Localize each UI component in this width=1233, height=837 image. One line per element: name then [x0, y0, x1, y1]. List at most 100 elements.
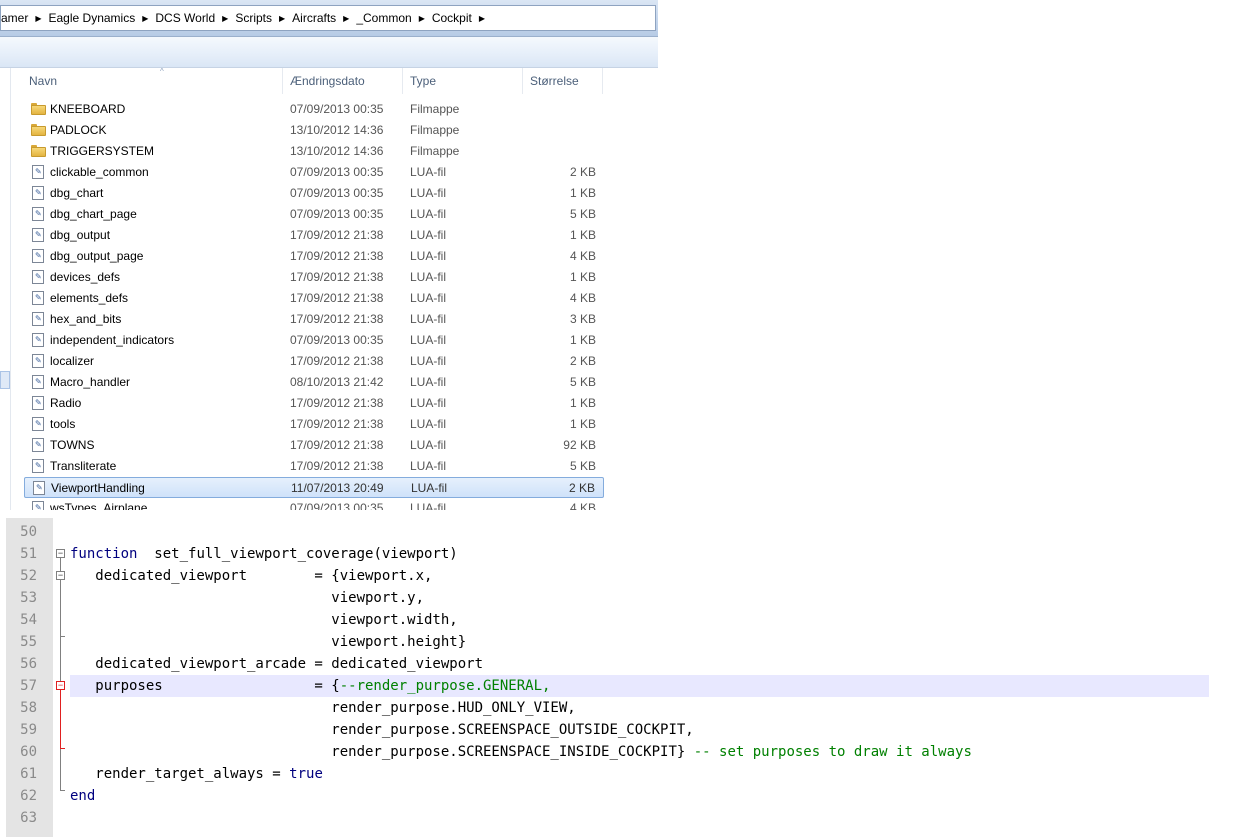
breadcrumb-item-label: _Common [356, 11, 412, 25]
file-row[interactable]: ✎ wsTypes_Airplane 07/09/2013 00:35 LUA-fil… [24, 498, 604, 510]
breadcrumb-item[interactable]: Scripts ▶ [229, 11, 286, 25]
code-line: 59 render_purpose.SCREENSPACE_OUTSIDE_CO… [0, 719, 1233, 741]
fold-collapse-icon[interactable]: − [56, 571, 65, 580]
file-row[interactable]: PADLOCK 13/10/2012 14:36 Filmappe [24, 120, 604, 141]
file-name: independent_indicators [50, 333, 175, 347]
code-text[interactable]: render_target_always = true [70, 763, 1209, 785]
code-keyword: end [70, 788, 96, 804]
file-row[interactable]: ✎ Transliterate 17/09/2012 21:38 LUA-fil 5 K… [24, 456, 604, 477]
address-bar: amer ▶ Eagle Dynamics ▶ DCS World ▶ Scripts ▶ Ai… [0, 0, 658, 37]
column-header-date-label: Ændringsdato [290, 74, 365, 88]
file-row[interactable]: ✎ dbg_chart_page 07/09/2013 00:35 LUA-fil 5 … [24, 204, 604, 225]
lua-file-icon: ✎ [31, 456, 45, 477]
file-date: 17/09/2012 21:38 [290, 312, 384, 326]
code-keyword: true [289, 766, 323, 782]
breadcrumb-chevron-icon[interactable]: ▶ [418, 14, 426, 23]
file-row[interactable]: ✎ TOWNS 17/09/2012 21:38 LUA-fil 92 KB [24, 435, 604, 456]
code-text[interactable]: render_purpose.SCREENSPACE_OUTSIDE_COCKP… [70, 719, 1209, 741]
code-text[interactable]: function set_full_viewport_coverage(view… [70, 543, 1209, 565]
code-line: 61 render_target_always = true [0, 763, 1233, 785]
column-header-name[interactable]: ^ Navn [11, 67, 283, 94]
file-date: 17/09/2012 21:38 [290, 291, 384, 305]
breadcrumb-chevron-icon[interactable]: ▶ [221, 14, 229, 23]
code-token: viewport.y, [70, 590, 425, 606]
file-name: dbg_chart_page [50, 207, 137, 221]
code-text[interactable]: dedicated_viewport = {viewport.x, [70, 565, 1209, 587]
file-size: 1 KB [569, 333, 596, 347]
breadcrumb[interactable]: amer ▶ Eagle Dynamics ▶ DCS World ▶ Scripts ▶ Ai… [0, 5, 656, 31]
navigation-pane[interactable] [0, 68, 11, 510]
fold-collapse-icon[interactable]: − [56, 681, 65, 690]
file-row[interactable]: ✎ dbg_output_page 17/09/2012 21:38 LUA-fil 4… [24, 246, 604, 267]
file-row[interactable]: KNEEBOARD 07/09/2013 00:35 Filmappe [24, 99, 604, 120]
file-row[interactable]: ✎ hex_and_bits 17/09/2012 21:38 LUA-fil 3 KB [24, 309, 604, 330]
breadcrumb-item[interactable]: amer ▶ [1, 11, 43, 25]
code-text[interactable] [70, 807, 1209, 829]
breadcrumb-item[interactable]: Eagle Dynamics ▶ [43, 11, 150, 25]
file-date: 17/09/2012 21:38 [290, 396, 384, 410]
breadcrumb-item[interactable]: Aircrafts ▶ [286, 11, 350, 25]
line-number: 52 [20, 568, 37, 584]
breadcrumb-chevron-icon[interactable]: ▶ [278, 14, 286, 23]
file-row[interactable]: ✎ dbg_output 17/09/2012 21:38 LUA-fil 1 KB [24, 225, 604, 246]
fold-collapse-icon[interactable]: − [56, 549, 65, 558]
file-name: dbg_chart [50, 186, 104, 200]
file-row[interactable]: ✎ localizer 17/09/2012 21:38 LUA-fil 2 KB [24, 351, 604, 372]
file-type: LUA-fil [410, 207, 447, 221]
file-type: LUA-fil [410, 459, 447, 473]
line-number: 63 [20, 810, 37, 826]
code-token: render_purpose.HUD_ONLY_VIEW, [70, 700, 576, 716]
code-comment: -- set purposes to draw it always [693, 744, 972, 760]
file-row[interactable]: ✎ independent_indicators 07/09/2013 00:35 L… [24, 330, 604, 351]
file-row[interactable]: TRIGGERSYSTEM 13/10/2012 14:36 Filmappe [24, 141, 604, 162]
breadcrumb-item-label: Cockpit [431, 11, 472, 25]
lua-file-icon: ✎ [31, 351, 45, 372]
column-header-size[interactable]: Størrelse [523, 68, 603, 94]
code-keyword: function [70, 546, 138, 562]
file-date: 07/09/2013 00:35 [290, 333, 384, 347]
breadcrumb-chevron-icon[interactable]: ▶ [478, 14, 486, 23]
file-row[interactable]: ✎ elements_defs 17/09/2012 21:38 LUA-fil 4 K… [24, 288, 604, 309]
breadcrumb-chevron-icon[interactable]: ▶ [141, 14, 149, 23]
code-text[interactable]: purposes = {--render_purpose.GENERAL, [70, 675, 1209, 697]
code-text[interactable]: viewport.y, [70, 587, 1209, 609]
file-row[interactable]: ✎ clickable_common 07/09/2013 00:35 LUA-fil… [24, 162, 604, 183]
file-date: 07/09/2013 00:35 [290, 102, 384, 116]
code-line: 54 viewport.width, [0, 609, 1233, 631]
breadcrumb-chevron-icon[interactable]: ▶ [342, 14, 350, 23]
file-size: 1 KB [569, 417, 596, 431]
file-row[interactable]: ✎ Macro_handler 08/10/2013 21:42 LUA-fil 5 K… [24, 372, 604, 393]
fold-end-tick [60, 790, 65, 791]
column-header-date[interactable]: Ændringsdato [283, 68, 403, 94]
code-text[interactable]: dedicated_viewport_arcade = dedicated_vi… [70, 653, 1209, 675]
lua-file-icon: ✎ [31, 498, 45, 510]
breadcrumb-chevron-icon[interactable]: ▶ [34, 14, 42, 23]
code-text[interactable]: viewport.height} [70, 631, 1209, 653]
file-name: hex_and_bits [50, 312, 122, 326]
breadcrumb-item[interactable]: DCS World ▶ [149, 11, 229, 25]
column-header-type[interactable]: Type [403, 68, 523, 94]
breadcrumb-item[interactable]: _Common ▶ [350, 11, 426, 25]
code-line: 50 [0, 521, 1233, 543]
navigation-pane-selected-item[interactable] [0, 371, 10, 389]
file-row[interactable]: ✎ Radio 17/09/2012 21:38 LUA-fil 1 KB [24, 393, 604, 414]
code-token: purposes = { [70, 678, 340, 694]
code-text[interactable]: viewport.width, [70, 609, 1209, 631]
lua-file-icon: ✎ [31, 372, 45, 393]
file-name: TOWNS [50, 438, 95, 452]
code-text[interactable]: render_purpose.HUD_ONLY_VIEW, [70, 697, 1209, 719]
file-row[interactable]: ✎ dbg_chart 07/09/2013 00:35 LUA-fil 1 KB [24, 183, 604, 204]
file-date: 08/10/2013 21:42 [290, 375, 384, 389]
file-size: 2 KB [569, 165, 596, 179]
code-text[interactable]: end [70, 785, 1209, 807]
code-editor[interactable]: 50 51 function set_full_viewport_coverage(… [0, 510, 1233, 837]
code-text[interactable] [70, 521, 1209, 543]
code-text[interactable]: render_purpose.SCREENSPACE_INSIDE_COCKPI… [70, 741, 1209, 763]
file-row[interactable]: ✎ tools 17/09/2012 21:38 LUA-fil 1 KB [24, 414, 604, 435]
breadcrumb-item[interactable]: Cockpit ▶ [426, 11, 486, 25]
file-date: 07/09/2013 00:35 [290, 186, 384, 200]
file-row[interactable]: ✎ devices_defs 17/09/2012 21:38 LUA-fil 1 KB [24, 267, 604, 288]
line-number: 50 [20, 524, 37, 540]
file-row-selected[interactable]: ✎ ViewportHandling 11/07/2013 20:49 LUA-fil… [24, 477, 604, 498]
file-type: LUA-fil [410, 396, 447, 410]
